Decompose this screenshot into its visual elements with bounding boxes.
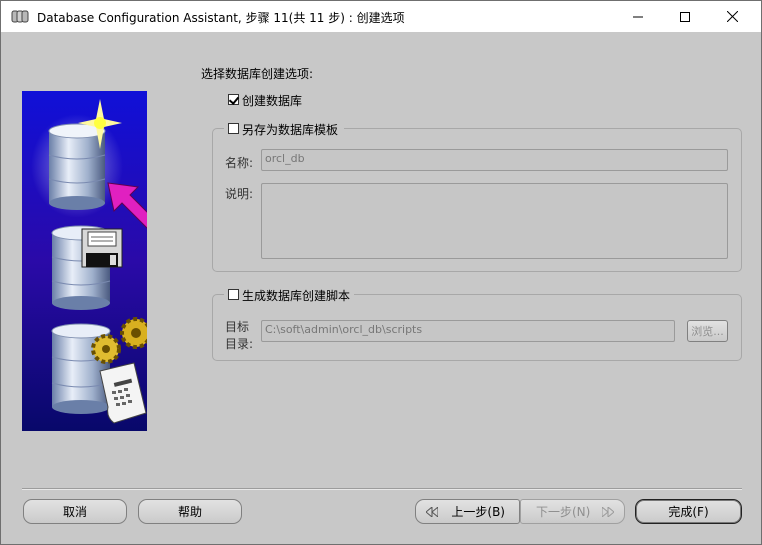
- dbca-window: Database Configuration Assistant, 步骤 11(…: [0, 0, 762, 545]
- destination-directory-field[interactable]: C:\soft\admin\orcl_db\scripts: [261, 320, 675, 342]
- generate-scripts-checkbox[interactable]: [228, 289, 239, 300]
- finish-button[interactable]: 完成(F): [635, 499, 742, 524]
- close-icon: [726, 11, 738, 22]
- template-description-label: 说明:: [225, 187, 254, 201]
- create-database-label[interactable]: 创建数据库: [242, 92, 302, 109]
- back-button[interactable]: 上一步(B): [415, 499, 520, 524]
- chevron-left-icon: [426, 507, 438, 517]
- back-button-label: 上一步(B): [451, 505, 505, 519]
- template-description-textarea[interactable]: [261, 183, 728, 259]
- template-name-field[interactable]: orcl_db: [261, 149, 728, 171]
- cancel-button[interactable]: 取消: [23, 499, 127, 524]
- generate-scripts-legend: 生成数据库创建脚本: [224, 287, 354, 304]
- help-button[interactable]: 帮助: [138, 499, 242, 524]
- next-button[interactable]: 下一步(N): [520, 499, 625, 524]
- create-database-checkbox[interactable]: [228, 94, 239, 105]
- minimize-icon: [633, 16, 643, 17]
- floppy-disk-icon: [81, 228, 123, 268]
- save-template-legend: 另存为数据库模板: [224, 121, 344, 138]
- chevron-right-icon: [602, 507, 614, 517]
- window-title: Database Configuration Assistant, 步骤 11(…: [37, 11, 405, 25]
- generate-scripts-label[interactable]: 生成数据库创建脚本: [242, 287, 350, 304]
- next-button-label: 下一步(N): [536, 505, 591, 519]
- save-template-checkbox[interactable]: [228, 123, 239, 134]
- save-template-label[interactable]: 另存为数据库模板: [242, 121, 338, 138]
- template-name-label: 名称:: [225, 156, 254, 170]
- creation-options-prompt: 选择数据库创建选项:: [201, 67, 314, 81]
- destination-label-line2: 目录:: [225, 337, 254, 351]
- footer-separator-highlight: [22, 489, 742, 490]
- title-bar[interactable]: Database Configuration Assistant, 步骤 11(…: [1, 1, 761, 32]
- database-app-icon: [11, 9, 29, 24]
- maximize-icon: [680, 11, 690, 22]
- wizard-illustration: [22, 91, 147, 431]
- minimize-button[interactable]: [615, 1, 661, 32]
- destination-label-line1: 目标: [225, 320, 250, 334]
- close-button[interactable]: [709, 1, 755, 32]
- browse-button[interactable]: 浏览...: [687, 320, 728, 342]
- database-cylinder-icon: [48, 123, 106, 210]
- maximize-button[interactable]: [662, 1, 708, 32]
